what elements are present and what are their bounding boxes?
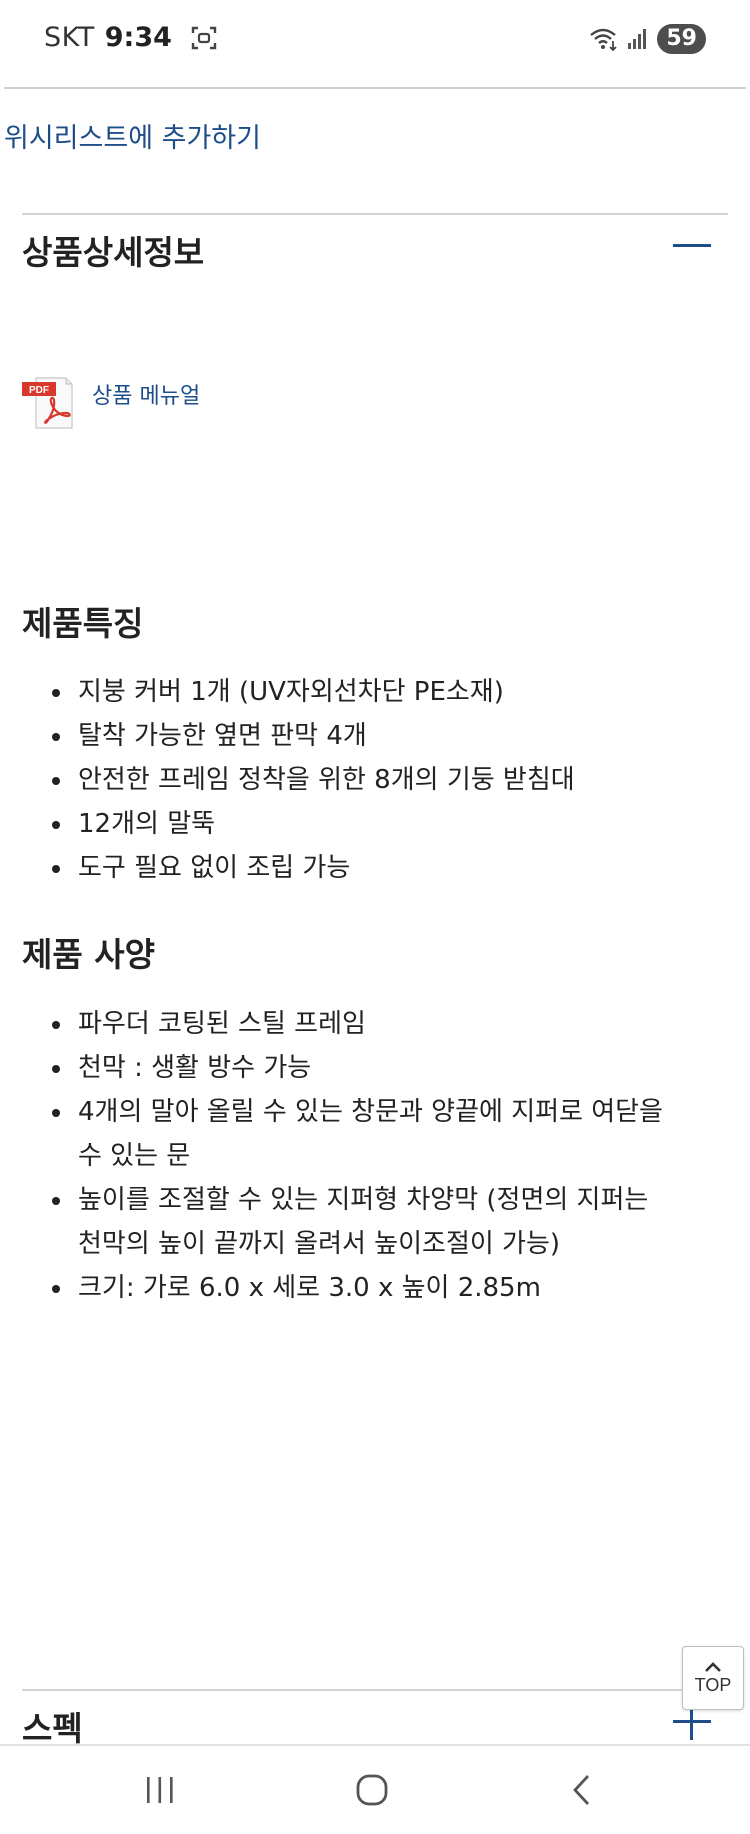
spec-section-title[interactable]: 스펙 — [22, 1702, 83, 1750]
list-item: 탈착 가능한 옆면 판막 4개 — [46, 714, 666, 758]
carrier-label: SKT — [44, 22, 95, 53]
section-divider — [22, 213, 728, 215]
minus-icon — [673, 243, 711, 247]
back-button[interactable] — [522, 1746, 642, 1834]
recent-apps-button[interactable] — [100, 1746, 220, 1834]
status-left: SKT 9:34 — [44, 22, 218, 53]
home-button[interactable] — [312, 1746, 432, 1834]
list-item: 천막 : 생활 방수 가능 — [46, 1046, 666, 1090]
screenshot-icon — [191, 26, 217, 49]
list-item: 파우더 코팅된 스틸 프레임 — [46, 1002, 666, 1046]
navigation-bar — [0, 1746, 750, 1834]
signal-icon — [628, 29, 647, 49]
status-bar: SKT 9:34 59 — [0, 0, 750, 84]
list-item: 높이를 조절할 수 있는 지퍼형 차양막 (정면의 지퍼는 천막의 높이 끝까지… — [46, 1178, 666, 1266]
section-divider — [22, 1689, 728, 1691]
list-item: 도구 필요 없이 조립 가능 — [46, 846, 666, 890]
features-heading: 제품특징 — [22, 604, 144, 643]
pdf-badge-text: PDF — [29, 385, 49, 396]
recent-apps-icon — [147, 1777, 173, 1803]
wifi-icon — [590, 28, 618, 52]
list-item: 4개의 말아 올릴 수 있는 창문과 양끝에 지퍼로 여닫을 수 있는 문 — [46, 1090, 666, 1178]
home-icon — [356, 1774, 388, 1806]
status-right: 59 — [589, 24, 706, 54]
product-detail-title[interactable]: 상품상세정보 — [22, 226, 204, 274]
list-item: 안전한 프레임 정착을 위한 8개의 기둥 받침대 — [46, 758, 666, 802]
specs-heading: 제품 사양 — [22, 935, 155, 974]
battery-indicator: 59 — [657, 24, 706, 54]
header-divider — [4, 87, 746, 89]
list-item: 12개의 말뚝 — [46, 802, 666, 846]
add-to-wishlist-link[interactable]: 위시리스트에 추가하기 — [4, 116, 261, 155]
specs-list: 파우더 코팅된 스틸 프레임 천막 : 생활 방수 가능 4개의 말아 올릴 수… — [46, 1002, 666, 1310]
top-label: TOP — [694, 1674, 732, 1695]
manual-download-row: PDF 상품 메뉴얼 — [22, 374, 200, 430]
back-icon — [573, 1775, 590, 1805]
chevron-up-icon — [705, 1661, 721, 1672]
pdf-icon[interactable]: PDF — [22, 374, 78, 430]
clock: 9:34 — [104, 22, 172, 53]
collapse-button[interactable] — [670, 225, 714, 265]
product-manual-link[interactable]: 상품 메뉴얼 — [92, 378, 200, 410]
scroll-to-top-button[interactable]: TOP — [682, 1646, 744, 1710]
list-item: 지붕 커버 1개 (UV자외선차단 PE소재) — [46, 670, 666, 714]
list-item: 크기: 가로 6.0 x 세로 3.0 x 높이 2.85m — [46, 1266, 666, 1310]
features-list: 지붕 커버 1개 (UV자외선차단 PE소재) 탈착 가능한 옆면 판막 4개 … — [46, 670, 666, 890]
